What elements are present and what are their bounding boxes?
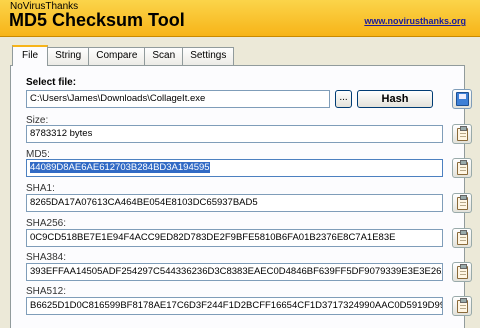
sha512-field[interactable]: B6625D1D0C816599BF8178AE17C6D3F244F1D2BC… [26, 297, 443, 315]
sha256-label: SHA256: [26, 218, 67, 229]
tab-file[interactable]: File [12, 45, 49, 66]
tab-settings[interactable]: Settings [182, 47, 235, 65]
clipboard-icon [457, 160, 468, 175]
sha1-field[interactable]: 8265DA17A07613CA464BE054E8103DC65937BAD5 [26, 194, 443, 212]
copy-size-button[interactable] [452, 124, 472, 144]
tab-string[interactable]: String [47, 47, 90, 65]
clipboard-icon [457, 298, 468, 313]
select-file-label: Select file: [26, 77, 77, 88]
clipboard-icon [457, 126, 468, 141]
sha384-label: SHA384: [26, 252, 67, 263]
sha384-field[interactable]: 393EFFAA14505ADF254297C544336236D3C8383E… [26, 263, 443, 281]
file-path-input[interactable]: C:\Users\James\Downloads\CollageIt.exe [26, 90, 330, 108]
website-link[interactable]: www.novirusthanks.org [364, 16, 466, 26]
tab-compare[interactable]: Compare [88, 47, 146, 65]
copy-sha256-button[interactable] [452, 228, 472, 248]
save-results-button[interactable] [452, 89, 472, 109]
sha512-label: SHA512: [26, 286, 67, 297]
tab-bar: File String Compare Scan Settings [12, 45, 235, 66]
clipboard-icon [457, 195, 468, 210]
copy-md5-button[interactable] [452, 158, 472, 178]
app-header: NoVirusThanks MD5 Checksum Tool www.novi… [0, 0, 480, 37]
app-title: MD5 Checksum Tool [9, 10, 185, 30]
browse-button[interactable]: ... [335, 90, 352, 108]
clipboard-icon [457, 230, 468, 245]
file-tab-panel: Select file: C:\Users\James\Downloads\Co… [10, 65, 472, 328]
copy-sha384-button[interactable] [452, 262, 472, 282]
hash-button[interactable]: Hash [357, 90, 433, 108]
clipboard-icon [457, 264, 468, 279]
copy-sha512-button[interactable] [452, 296, 472, 316]
sha256-field[interactable]: 0C9CD518BE7E1E94F4ACC9ED82D783DE2F9BFE58… [26, 229, 443, 247]
copy-sha1-button[interactable] [452, 193, 472, 213]
tab-scan[interactable]: Scan [144, 47, 184, 65]
sha1-label: SHA1: [26, 183, 55, 194]
md5-field[interactable]: 44089D8AE6AE612703B284BD3A194595 [26, 159, 443, 177]
size-field[interactable]: 8783312 bytes [26, 125, 443, 143]
save-icon [456, 92, 469, 106]
